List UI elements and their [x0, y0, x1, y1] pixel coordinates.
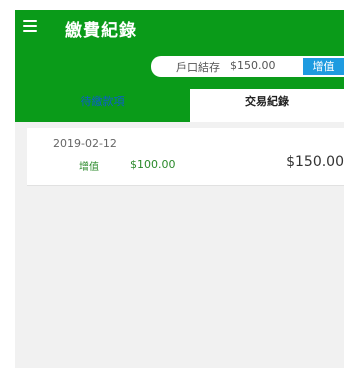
- balance-pill: 戶口結存 $150.00 增值: [151, 56, 344, 77]
- menu-icon-bar: [23, 20, 37, 22]
- app-bar: 繳費紀錄: [15, 10, 344, 45]
- tab-transaction-history[interactable]: 交易紀錄: [190, 89, 344, 122]
- record-date: 2019-02-12: [53, 137, 117, 150]
- record-balance: $150.00: [286, 154, 344, 170]
- menu-icon[interactable]: [23, 20, 37, 32]
- record-type: 增值: [79, 162, 99, 173]
- menu-icon-bar: [23, 30, 37, 32]
- tab-pending-payments[interactable]: 待繳款項: [15, 89, 190, 122]
- menu-icon-bar: [23, 25, 37, 27]
- tab-bar: 待繳款項 交易紀錄: [15, 89, 344, 122]
- balance-value: $150.00: [230, 59, 276, 72]
- transaction-record[interactable]: 2019-02-12 增值 $100.00 $150.00: [27, 128, 344, 186]
- balance-label: 戶口結存: [176, 61, 220, 74]
- app-screen: 繳費紀錄 戶口結存 $150.00 增值 待繳款項 交易紀錄 2019-02-1…: [15, 10, 344, 368]
- balance-strip: 戶口結存 $150.00 增值: [15, 45, 344, 89]
- page-title: 繳費紀錄: [65, 21, 137, 41]
- topup-button[interactable]: 增值: [303, 58, 344, 75]
- record-amount: $100.00: [130, 158, 176, 171]
